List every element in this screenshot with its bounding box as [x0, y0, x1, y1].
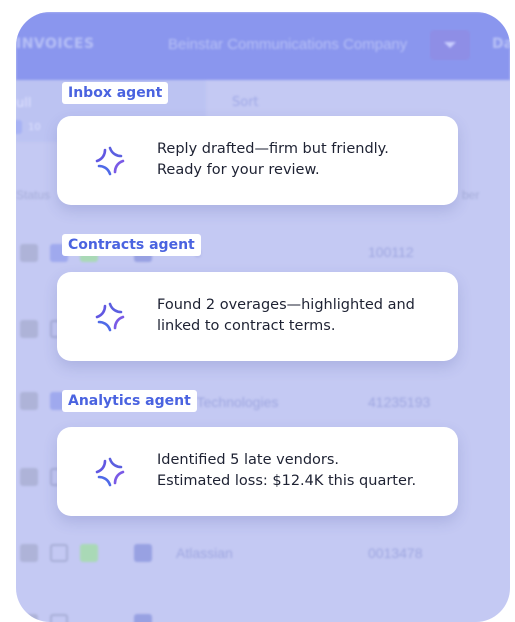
column-header-number[interactable]: ber [462, 188, 479, 202]
agent-message-line: Identified 5 late vendors. [157, 452, 340, 468]
agent-card-contracts[interactable]: Found 2 overages—highlighted and linked … [57, 272, 458, 361]
agent-card-analytics[interactable]: Identified 5 late vendors. Estimated los… [57, 427, 458, 516]
ai-sparkle-icon [95, 302, 125, 332]
section-title: INVOICES [16, 36, 95, 52]
status-icon [20, 244, 38, 262]
ai-sparkle-icon [95, 457, 125, 487]
status-icon [20, 614, 38, 622]
document-icon[interactable] [134, 544, 152, 562]
company-name: Beinstar Communications Company [168, 36, 408, 53]
app-frame: INVOICES Beinstar Communications Company… [16, 12, 510, 622]
check-icon [80, 544, 98, 562]
mail-icon [50, 544, 68, 562]
document-icon[interactable] [134, 614, 152, 622]
filter-tab-label: ull [16, 96, 32, 111]
agent-message-line: Reply drafted—firm but friendly. [157, 141, 389, 157]
agent-tag-analytics: Analytics agent [62, 390, 197, 412]
vendor-name[interactable]: k Technologies [186, 394, 278, 410]
sort-button[interactable]: Sort [232, 95, 259, 110]
company-dropdown-button[interactable] [430, 30, 470, 60]
mail-icon [50, 614, 68, 622]
agent-message: Found 2 overages—highlighted and linked … [157, 295, 415, 337]
agent-message-line: linked to contract terms. [157, 318, 336, 334]
agent-message-line: Found 2 overages—highlighted and [157, 297, 415, 313]
agent-tag-inbox: Inbox agent [62, 82, 169, 104]
invoice-number: 0013478 [368, 545, 423, 561]
nav-item-da[interactable]: Da [492, 36, 510, 52]
agent-message-line: Estimated loss: $12.4K this quarter. [157, 473, 417, 489]
filter-tab-count: 10 [28, 122, 41, 133]
column-header-status[interactable]: Status [16, 188, 50, 202]
agent-message: Identified 5 late vendors. Estimated los… [157, 450, 416, 492]
agent-card-inbox[interactable]: Reply drafted—firm but friendly. Ready f… [57, 116, 458, 205]
invoice-number: 41235193 [368, 394, 431, 410]
vendor-name[interactable]: Atlassian [176, 545, 233, 561]
chevron-down-icon [444, 42, 456, 48]
status-icon [20, 468, 38, 486]
status-icon [20, 320, 38, 338]
status-icon [20, 392, 38, 410]
agent-message: Reply drafted—firm but friendly. Ready f… [157, 139, 389, 181]
ai-sparkle-icon [95, 146, 125, 176]
status-icon [20, 544, 38, 562]
agent-message-line: Ready for your review. [157, 162, 320, 178]
agent-tag-contracts: Contracts agent [62, 234, 201, 256]
invoice-number: 100112 [368, 244, 414, 260]
filter-badge [16, 120, 22, 134]
